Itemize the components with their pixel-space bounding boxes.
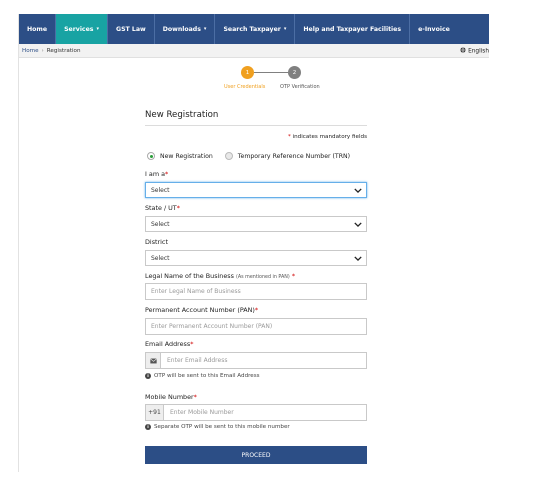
placeholder: Enter Mobile Number <box>170 409 234 416</box>
nav-label: Help and Taxpayer Facilities <box>303 25 402 33</box>
step-1-indicator: 1 <box>241 66 254 79</box>
note-text: Separate OTP will be sent to this mobile… <box>154 424 290 430</box>
label-text: District <box>145 238 168 246</box>
placeholder: Enter Legal Name of Business <box>151 288 241 295</box>
select-value: Select <box>151 186 170 194</box>
chevron-down-icon <box>354 222 362 228</box>
mandatory-note: * indicates mandatory fields <box>288 134 367 140</box>
info-icon: i <box>145 424 151 430</box>
nav-label: Downloads <box>162 25 201 33</box>
label-text: Legal Name of the Business <box>145 272 234 280</box>
caret-down-icon: ▾ <box>96 26 99 32</box>
select-value: Select <box>151 220 170 228</box>
radio-trn-label[interactable]: Temporary Reference Number (TRN) <box>238 153 350 160</box>
nav-search-taxpayer[interactable]: Search Taxpayer ▾ <box>215 14 296 44</box>
label-text: Permanent Account Number (PAN) <box>145 306 255 314</box>
breadcrumb-separator: › <box>41 47 44 54</box>
required-star: * <box>165 170 169 178</box>
label-text: Mobile Number <box>145 393 194 401</box>
state-select[interactable]: Select <box>145 216 367 232</box>
mobile-otp-note: i Separate OTP will be sent to this mobil… <box>145 424 290 430</box>
globe-icon <box>460 47 466 53</box>
i-am-a-select[interactable]: Select <box>145 182 367 198</box>
nav-label: Search Taxpayer <box>223 25 281 33</box>
top-navigation: Home Services ▾ GST Law Downloads ▾ Search… <box>19 14 489 44</box>
language-selector[interactable]: English <box>460 47 489 55</box>
nav-e-invoice[interactable]: e-Invoice <box>410 14 458 44</box>
required-star: * <box>190 340 194 348</box>
placeholder: Enter Email Address <box>167 357 228 364</box>
legal-name-label: Legal Name of the Business (As mentioned… <box>145 272 295 280</box>
required-star: * <box>291 272 296 280</box>
required-star: * <box>193 393 197 401</box>
nav-home[interactable]: Home <box>19 14 57 44</box>
registration-type-radios: New Registration Temporary Reference Num… <box>147 152 350 160</box>
email-otp-note: i OTP will be sent to this Email Address <box>145 373 260 379</box>
email-label: Email Address* <box>145 340 193 348</box>
step-2-label: OTP Verification <box>280 84 320 90</box>
step-1-label: User Credentials <box>224 84 266 90</box>
divider <box>145 125 367 126</box>
caret-down-icon: ▾ <box>203 26 207 32</box>
nav-gst-law[interactable]: GST Law <box>108 14 155 44</box>
district-label: District <box>145 238 168 246</box>
page: Home Services ▾ GST Law Downloads ▾ Search… <box>0 0 549 487</box>
select-value: Select <box>151 254 170 262</box>
district-select[interactable]: Select <box>145 250 367 266</box>
mobile-label: Mobile Number* <box>145 393 197 401</box>
form-title: New Registration <box>145 110 219 120</box>
label-text: Email Address <box>145 340 191 348</box>
radio-new-registration[interactable] <box>147 152 155 160</box>
breadcrumb: Home › Registration English <box>19 44 489 58</box>
proceed-button[interactable]: PROCEED <box>145 446 367 464</box>
nav-label: Home <box>27 25 48 33</box>
placeholder: Enter Permanent Account Number (PAN) <box>151 323 273 330</box>
pan-input[interactable]: Enter Permanent Account Number (PAN) <box>145 318 367 335</box>
radio-trn[interactable] <box>224 152 233 160</box>
nav-services[interactable]: Services ▾ <box>56 14 108 44</box>
chevron-down-icon <box>354 256 362 262</box>
label-text: State / UT <box>145 204 177 212</box>
pan-label: Permanent Account Number (PAN)* <box>145 306 258 314</box>
nav-help-facilities[interactable]: Help and Taxpayer Facilities <box>295 14 411 44</box>
i-am-a-label: I am a* <box>145 170 168 178</box>
progress-steps: 1 2 User Credentials OTP Verification <box>224 66 320 106</box>
country-code: +91 <box>146 405 164 420</box>
envelope-icon <box>149 358 157 363</box>
mandatory-text: indicates mandatory fields <box>292 134 367 140</box>
language-label: English <box>468 48 489 55</box>
nav-label: Services <box>64 25 94 33</box>
email-addon <box>146 353 161 368</box>
mobile-field[interactable]: +91 Enter Mobile Number <box>145 404 367 421</box>
legal-name-input[interactable]: Enter Legal Name of Business <box>145 283 367 300</box>
step-connector <box>254 72 288 73</box>
note-text: OTP will be sent to this Email Address <box>154 373 260 379</box>
label-text: I am a <box>145 170 166 178</box>
email-field[interactable]: Enter Email Address <box>145 352 367 369</box>
chevron-down-icon <box>354 188 362 194</box>
required-star: * <box>287 134 291 140</box>
browser-content: Home Services ▾ GST Law Downloads ▾ Search… <box>18 14 489 472</box>
breadcrumb-current: Registration <box>46 47 81 54</box>
info-icon: i <box>145 373 151 379</box>
required-star: * <box>176 204 180 212</box>
required-star: * <box>254 306 259 314</box>
breadcrumb-home[interactable]: Home <box>22 48 39 54</box>
nav-label: GST Law <box>116 25 146 33</box>
step-2-indicator: 2 <box>288 66 301 79</box>
radio-new-registration-label[interactable]: New Registration <box>160 153 213 160</box>
caret-down-icon: ▾ <box>283 26 287 32</box>
nav-label: e-Invoice <box>418 25 450 33</box>
label-hint: (As mentioned in PAN) <box>235 275 290 280</box>
state-label: State / UT* <box>145 204 180 212</box>
nav-downloads[interactable]: Downloads ▾ <box>155 14 216 44</box>
